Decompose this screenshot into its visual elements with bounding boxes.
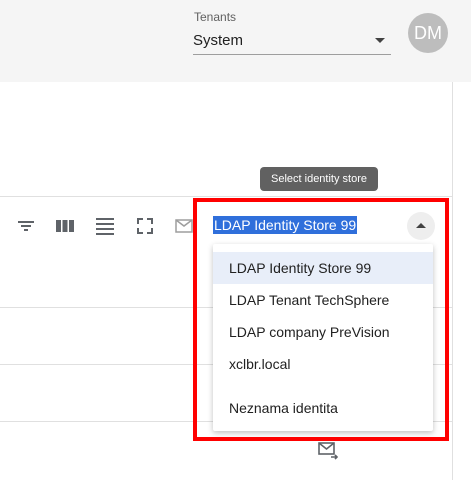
tenant-select[interactable]: System [193,26,391,55]
highlight-box [193,198,449,441]
fullscreen-icon[interactable] [135,216,155,236]
filter-icon[interactable] [16,216,36,236]
mail-icon[interactable] [174,216,194,236]
columns-icon[interactable] [55,216,75,236]
app-header: Tenants System DM [0,0,471,62]
card-divider [452,82,453,480]
send-mail-icon[interactable] [317,440,339,460]
toolbar-divider [0,196,452,197]
tooltip-select-identity-store: Select identity store [260,167,378,191]
density-icon[interactable] [95,216,115,236]
chevron-down-icon [375,38,385,43]
avatar[interactable]: DM [408,13,448,53]
tenants-label: Tenants [194,10,237,24]
tenant-value: System [193,32,244,49]
